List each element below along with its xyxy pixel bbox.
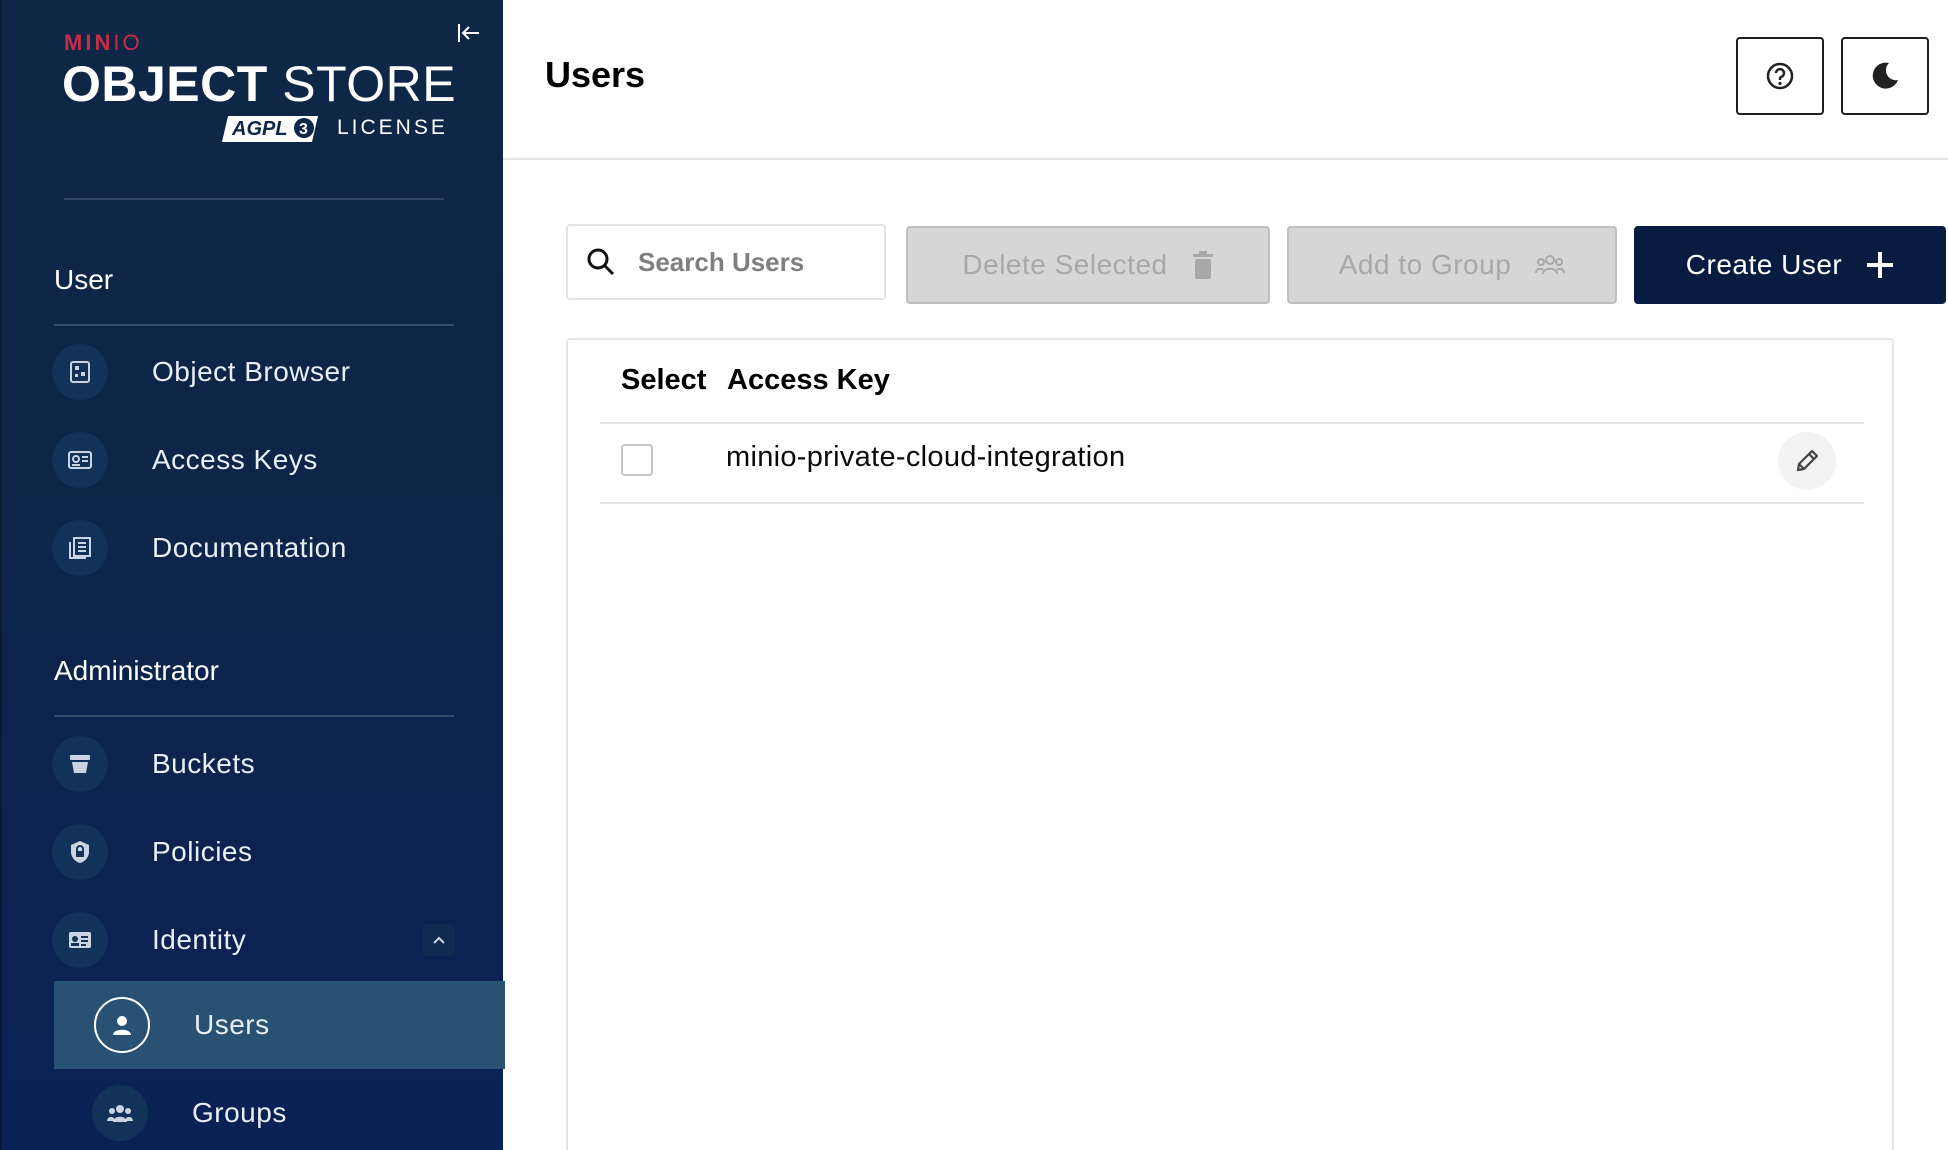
svg-text:AGPL: AGPL (231, 118, 288, 140)
edit-user-button[interactable] (1778, 432, 1836, 490)
svg-text:3: 3 (299, 121, 308, 138)
user-icon (94, 997, 150, 1053)
help-button[interactable] (1736, 37, 1824, 115)
user-section-title: User (54, 264, 114, 295)
documentation-icon (52, 520, 108, 576)
search-input[interactable] (638, 246, 868, 278)
column-header-access-key[interactable]: Access Key (727, 364, 890, 397)
sidebar-item-policies[interactable]: Policies (52, 812, 505, 892)
plus-icon (1866, 251, 1894, 279)
access-key-cell[interactable]: minio-private-cloud-integration (726, 441, 1125, 474)
create-user-button[interactable]: Create User (1634, 226, 1946, 304)
users-table: Select Access Key minio-private-cloud-in… (566, 338, 1894, 1150)
column-header-select[interactable]: Select (621, 364, 706, 397)
sidebar-item-access-keys[interactable]: Access Keys (52, 420, 505, 500)
sidebar-item-buckets[interactable]: Buckets (52, 724, 505, 804)
sidebar-item-label: Documentation (152, 532, 347, 563)
bucket-icon (52, 736, 108, 792)
identity-collapse-toggle[interactable] (423, 924, 455, 956)
sidebar-item-label: Identity (152, 924, 247, 955)
header-divider (600, 422, 1864, 424)
minio-logo: MINIO (64, 30, 143, 55)
moon-icon (1872, 62, 1898, 89)
sidebar-item-label: Users (194, 1009, 270, 1040)
collapse-icon (458, 24, 479, 42)
sidebar: MINIO OBJECT STORE AGPL 3 LICENSE User O… (0, 0, 505, 1150)
sidebar-item-object-browser[interactable]: Object Browser (52, 332, 505, 412)
trash-icon (1192, 251, 1214, 279)
sidebar-item-identity[interactable]: Identity (52, 900, 505, 980)
create-user-label: Create User (1685, 249, 1843, 280)
user-section-rule (54, 324, 454, 326)
sidebar-item-groups[interactable]: Groups (52, 1073, 505, 1150)
sidebar-item-label: Object Browser (152, 356, 351, 387)
row-select-checkbox[interactable] (621, 444, 653, 476)
license-label: LICENSE (337, 116, 448, 139)
sidebar-item-label: Access Keys (152, 444, 318, 475)
object-browser-icon (52, 344, 108, 400)
admin-section-rule (54, 715, 454, 717)
group-add-icon (1535, 253, 1566, 277)
sidebar-item-label: Buckets (152, 748, 256, 779)
help-icon (1766, 62, 1794, 90)
delete-selected-label: Delete Selected (962, 249, 1168, 280)
sidebar-item-label: Policies (152, 836, 253, 867)
sidebar-item-documentation[interactable]: Documentation (52, 508, 505, 588)
pencil-icon (1796, 449, 1819, 472)
brand-divider (64, 198, 444, 200)
add-to-group-label: Add to Group (1338, 249, 1512, 280)
product-name: OBJECT STORE (62, 56, 457, 112)
dark-mode-toggle[interactable] (1841, 37, 1929, 115)
collapse-sidebar-button[interactable] (454, 18, 484, 48)
sidebar-item-users[interactable]: Users (54, 981, 505, 1069)
chevron-up-icon (433, 936, 445, 944)
policy-shield-icon (52, 824, 108, 880)
search-icon (587, 248, 615, 276)
search-box (566, 224, 886, 300)
admin-section-title: Administrator (54, 655, 219, 686)
delete-selected-button[interactable]: Delete Selected (906, 226, 1270, 304)
sidebar-item-label: Groups (192, 1097, 287, 1128)
groups-icon (92, 1085, 148, 1141)
page-title: Users (545, 54, 646, 95)
identity-card-icon (52, 912, 108, 968)
access-keys-icon (52, 432, 108, 488)
add-to-group-button[interactable]: Add to Group (1287, 226, 1617, 304)
row-divider (600, 502, 1864, 504)
agpl-logo: AGPL 3 (222, 116, 318, 142)
page-header: Users (503, 0, 1948, 160)
